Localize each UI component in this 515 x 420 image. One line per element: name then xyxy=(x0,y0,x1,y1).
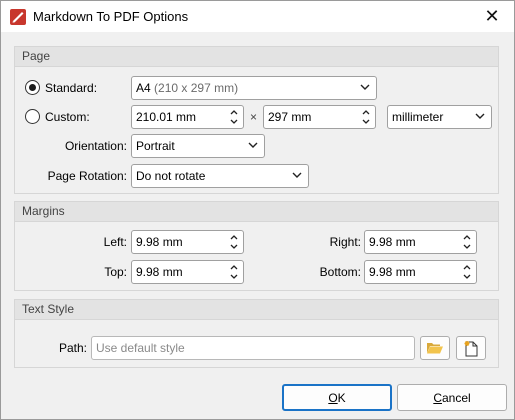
custom-height-value: 297 mm xyxy=(268,110,312,124)
right-margin-value: 9.98 mm xyxy=(369,235,416,249)
page-rotation-select[interactable]: Do not rotate xyxy=(131,164,309,188)
title-bar: Markdown To PDF Options ✕ xyxy=(1,1,514,32)
right-margin-input[interactable]: 9.98 mm xyxy=(364,230,477,254)
text-style-group: Text Style Path: Use default style xyxy=(14,299,499,368)
bottom-margin-label: Bottom: xyxy=(319,265,361,279)
standard-size-value: A4 xyxy=(136,81,151,95)
top-margin-label: Top: xyxy=(104,265,127,279)
dialog-title: Markdown To PDF Options xyxy=(33,9,189,24)
spin-arrows-icon[interactable] xyxy=(462,232,472,252)
folder-open-icon xyxy=(427,343,443,354)
ok-mnemonic: O xyxy=(328,390,338,405)
custom-label: Custom: xyxy=(45,110,90,124)
cancel-button[interactable]: Cancel xyxy=(397,384,507,411)
new-style-button[interactable] xyxy=(456,336,486,360)
ok-button[interactable]: OK xyxy=(282,384,392,411)
dialog-window: Markdown To PDF Options ✕ Page Standard:… xyxy=(0,0,515,420)
custom-radio[interactable] xyxy=(25,109,40,124)
unit-select[interactable]: millimeter xyxy=(387,105,492,129)
standard-radio[interactable] xyxy=(25,80,40,95)
standard-size-detail: (210 x 297 mm) xyxy=(154,81,239,95)
top-margin-input[interactable]: 9.98 mm xyxy=(131,260,244,284)
cancel-mnemonic: C xyxy=(433,390,442,405)
text-style-group-header: Text Style xyxy=(15,300,498,320)
path-label: Path: xyxy=(58,341,87,355)
ok-label-rest: K xyxy=(337,390,346,405)
page-group: Page Standard: A4 (210 x 297 mm) Custom:… xyxy=(14,46,499,194)
left-margin-label: Left: xyxy=(103,235,127,249)
dimension-separator: × xyxy=(250,110,258,124)
left-margin-value: 9.98 mm xyxy=(136,235,183,249)
app-logo-icon xyxy=(10,9,26,25)
custom-width-input[interactable]: 210.01 mm xyxy=(131,105,244,129)
orientation-label: Orientation: xyxy=(64,139,127,153)
spin-arrows-icon[interactable] xyxy=(229,107,239,127)
custom-height-input[interactable]: 297 mm xyxy=(263,105,376,129)
cancel-label-rest: ancel xyxy=(441,390,471,405)
top-margin-value: 9.98 mm xyxy=(136,265,183,279)
margins-group: Margins Left: 9.98 mm Right: 9.98 mm Top… xyxy=(14,201,499,291)
orientation-value: Portrait xyxy=(136,139,175,153)
page-rotation-value: Do not rotate xyxy=(136,169,206,183)
page-rotation-label: Page Rotation: xyxy=(47,169,127,183)
path-input[interactable]: Use default style xyxy=(91,336,415,360)
unit-value: millimeter xyxy=(392,110,444,124)
bottom-margin-value: 9.98 mm xyxy=(369,265,416,279)
chevron-down-icon xyxy=(248,142,258,148)
standard-size-select[interactable]: A4 (210 x 297 mm) xyxy=(131,76,377,100)
chevron-down-icon xyxy=(360,84,370,90)
spin-arrows-icon[interactable] xyxy=(361,107,371,127)
close-button[interactable]: ✕ xyxy=(470,1,514,32)
bottom-margin-input[interactable]: 9.98 mm xyxy=(364,260,477,284)
left-margin-input[interactable]: 9.98 mm xyxy=(131,230,244,254)
spin-arrows-icon[interactable] xyxy=(229,262,239,282)
orientation-select[interactable]: Portrait xyxy=(131,134,265,158)
page-group-header: Page xyxy=(15,47,498,67)
new-document-icon xyxy=(464,340,478,356)
path-placeholder: Use default style xyxy=(96,341,185,355)
chevron-down-icon xyxy=(292,172,302,178)
chevron-down-icon xyxy=(475,113,485,119)
custom-width-value: 210.01 mm xyxy=(136,110,197,124)
browse-button[interactable] xyxy=(420,336,450,360)
close-icon: ✕ xyxy=(484,6,500,26)
margins-group-header: Margins xyxy=(15,202,498,222)
right-margin-label: Right: xyxy=(329,235,361,249)
spin-arrows-icon[interactable] xyxy=(229,232,239,252)
spin-arrows-icon[interactable] xyxy=(462,262,472,282)
standard-label: Standard: xyxy=(45,81,98,95)
